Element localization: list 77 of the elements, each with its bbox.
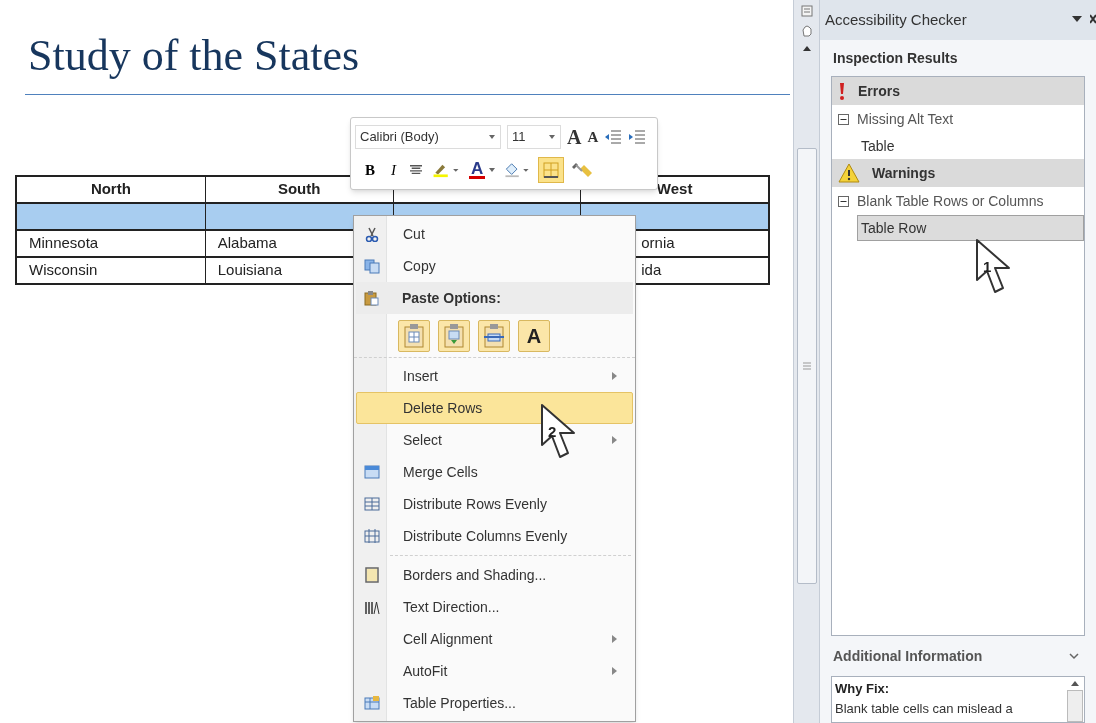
caret-icon xyxy=(548,134,556,140)
warning-icon xyxy=(838,163,860,183)
paste-nest-button[interactable] xyxy=(438,319,470,352)
text-direction-icon xyxy=(364,599,380,615)
paste-table-icon xyxy=(402,322,426,349)
column-header: North xyxy=(90,179,131,200)
caret-icon xyxy=(488,134,496,140)
error-icon xyxy=(838,82,846,100)
group-header: Errors xyxy=(858,81,901,101)
menu-item[interactable]: Distribute Columns Evenly xyxy=(403,525,568,547)
menu-item[interactable]: Copy xyxy=(403,255,436,277)
table-cell-text: ornia xyxy=(641,233,675,254)
borders-icon xyxy=(543,162,560,178)
menu-section-header: Paste Options: xyxy=(402,288,501,308)
issue-item[interactable]: Missing Alt Text xyxy=(857,108,954,130)
section-heading: Inspection Results xyxy=(832,48,959,68)
chevron-down-icon[interactable] xyxy=(1069,652,1079,660)
bold-button[interactable]: B xyxy=(361,157,379,183)
borders-button[interactable] xyxy=(538,157,565,183)
font-color-button[interactable]: A xyxy=(468,160,497,180)
increase-indent-icon[interactable] xyxy=(628,129,647,145)
menu-item[interactable]: Borders and Shading... xyxy=(403,564,547,586)
menu-item[interactable]: Delete Rows xyxy=(356,392,633,424)
issue-location[interactable]: Table xyxy=(857,133,1084,159)
section-heading: Additional Information xyxy=(833,646,983,666)
step-number: 2 xyxy=(548,422,557,442)
menu-item[interactable]: Select xyxy=(403,429,442,451)
table-cell-text: Alabama xyxy=(217,233,277,254)
font-dropdown[interactable]: Calibri (Body) xyxy=(355,125,501,149)
shrink-font-button[interactable]: A xyxy=(587,129,599,145)
issue-item[interactable]: Blank Table Rows or Columns xyxy=(857,190,1044,212)
menu-item[interactable]: Cut xyxy=(403,223,425,245)
menu-item[interactable]: Table Properties... xyxy=(403,692,516,714)
menu-item[interactable]: Cell Alignment xyxy=(403,628,493,650)
table-cell-text: Minnesota xyxy=(29,233,99,254)
menu-item[interactable]: AutoFit xyxy=(403,660,448,682)
italic-button[interactable]: I xyxy=(385,157,402,183)
menu-item[interactable]: Insert xyxy=(403,365,438,387)
scroll-up-icon[interactable] xyxy=(1071,681,1079,686)
pane-title: Accessibility Checker xyxy=(825,9,967,30)
group-header: Warnings xyxy=(872,163,936,183)
info-title: Why Fix: xyxy=(835,680,891,698)
collapse-icon[interactable] xyxy=(838,113,849,125)
size-dropdown[interactable]: 11 xyxy=(507,125,561,149)
table-cell-text: ida xyxy=(641,260,662,281)
collapse-icon[interactable] xyxy=(838,195,849,207)
dropdown-icon[interactable] xyxy=(1072,15,1082,23)
menu-item[interactable]: Distribute Rows Evenly xyxy=(403,493,547,515)
paste-rows-icon xyxy=(482,322,506,349)
distribute-rows-icon xyxy=(364,496,380,512)
scroll-up-icon[interactable] xyxy=(801,44,812,52)
paste-text-only-button[interactable]: A xyxy=(518,319,550,352)
info-text: Blank table cells can mislead a xyxy=(835,699,1014,718)
menu-item[interactable]: Text Direction... xyxy=(403,596,500,618)
table-cell-text: Louisiana xyxy=(217,260,282,281)
table-properties-icon xyxy=(364,695,380,711)
menu-item[interactable]: Merge Cells xyxy=(403,461,478,483)
document-title: Study of the States xyxy=(28,30,361,82)
decrease-indent-icon[interactable] xyxy=(604,129,623,145)
grow-font-button[interactable]: A xyxy=(567,127,582,147)
distribute-columns-icon xyxy=(364,528,380,544)
column-header: West xyxy=(656,179,693,200)
caret-icon xyxy=(489,168,496,172)
issue-location[interactable]: Table Row xyxy=(857,215,1084,241)
paste-nest-icon xyxy=(442,322,466,349)
merge-cells-icon xyxy=(364,464,380,480)
table-cell-text: Wisconsin xyxy=(29,260,98,281)
copy-icon xyxy=(364,258,380,274)
page-border-icon xyxy=(364,567,380,583)
close-icon[interactable] xyxy=(1090,14,1096,24)
paste-table-button[interactable] xyxy=(398,319,430,352)
center-align-icon[interactable] xyxy=(408,163,424,177)
column-header: South xyxy=(277,179,321,200)
scissors-icon xyxy=(364,226,380,242)
step-number: 1 xyxy=(983,257,992,277)
clipboard-icon xyxy=(363,290,379,306)
paste-rows-button[interactable] xyxy=(478,319,510,352)
